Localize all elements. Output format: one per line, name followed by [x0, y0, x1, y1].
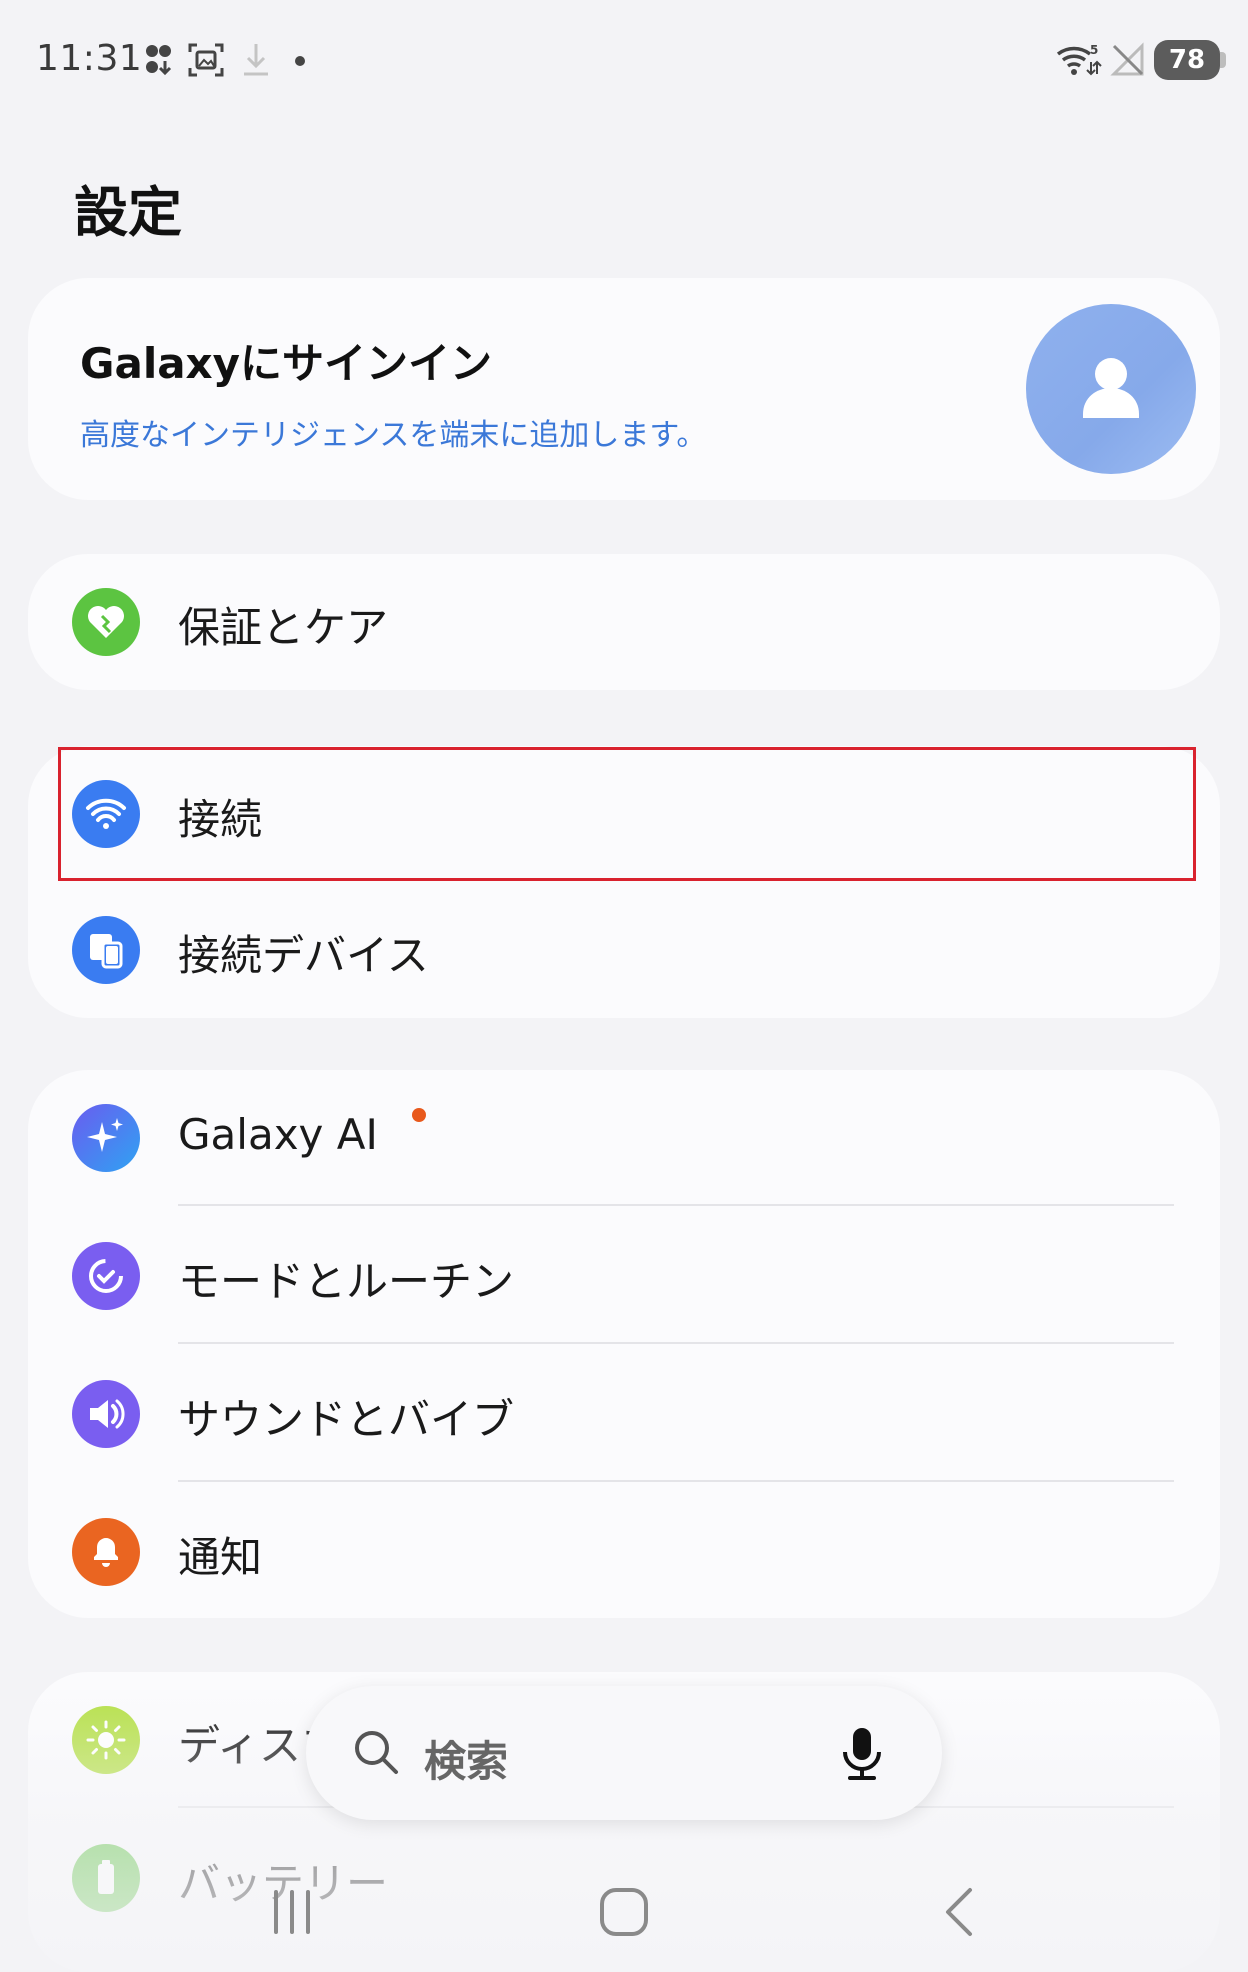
settings-item-device-care[interactable]: 保証とケア	[28, 554, 1220, 690]
screenshot-icon	[186, 40, 226, 80]
page-title: 設定	[74, 181, 182, 244]
wifi-signal-icon: 5	[1054, 40, 1102, 80]
settings-item-sounds-vibration[interactable]: サウンドとバイブ	[28, 1346, 1220, 1482]
sun-icon	[72, 1706, 140, 1774]
download-icon	[236, 40, 276, 80]
settings-item-label: 通知	[178, 1533, 263, 1582]
search-icon	[350, 1726, 404, 1780]
signin-title: Galaxyにサインイン	[80, 339, 493, 388]
battery-indicator: 78	[1154, 40, 1226, 80]
settings-item-galaxy-ai[interactable]: Galaxy AI	[28, 1070, 1220, 1206]
galaxy-signin-card[interactable]: Galaxyにサインイン 高度なインテリジェンスを端末に追加します。	[28, 278, 1220, 500]
settings-item-notifications[interactable]: 通知	[28, 1484, 1220, 1620]
new-badge	[412, 1108, 426, 1122]
home-icon	[600, 1888, 648, 1936]
cellular-no-signal-icon	[1108, 40, 1148, 80]
divider	[178, 1342, 1174, 1344]
search-bar[interactable]: 検索	[306, 1686, 942, 1820]
app-notification-icon	[142, 40, 182, 80]
divider	[178, 1480, 1174, 1482]
navigation-bar	[0, 1860, 1248, 1972]
heart-icon	[72, 588, 140, 656]
settings-item-label: Galaxy AI	[178, 1110, 378, 1159]
wifi-icon	[72, 780, 140, 848]
care-card: 保証とケア	[28, 554, 1220, 690]
back-icon	[946, 1888, 972, 1936]
settings-item-label: 接続デバイス	[178, 931, 429, 980]
settings-item-label: 保証とケア	[178, 603, 389, 652]
connected-devices-icon	[72, 916, 140, 984]
sparkle-icon	[72, 1104, 140, 1172]
more-notifications-dot-icon	[286, 40, 326, 80]
signin-subtitle: 高度なインテリジェンスを端末に追加します。	[80, 418, 707, 453]
microphone-icon[interactable]	[834, 1724, 890, 1782]
back-button[interactable]	[932, 1882, 992, 1942]
bell-icon	[72, 1518, 140, 1586]
status-time: 11:31	[36, 38, 143, 79]
settings-item-label: サウンドとバイブ	[178, 1395, 515, 1444]
search-placeholder: 検索	[424, 1737, 509, 1786]
network-type-label: 5	[1090, 43, 1098, 57]
settings-item-connected-devices[interactable]: 接続デバイス	[28, 882, 1220, 1018]
status-bar: 11:31 5 78	[0, 0, 1248, 120]
settings-item-label: モードとルーチン	[178, 1257, 515, 1306]
settings-item-modes-routines[interactable]: モードとルーチン	[28, 1208, 1220, 1344]
recent-apps-button[interactable]	[262, 1882, 322, 1942]
avatar[interactable]	[1026, 304, 1196, 474]
connections-card: 接続 接続デバイス	[28, 746, 1220, 1018]
divider	[178, 1204, 1174, 1206]
modes-routines-icon	[72, 1242, 140, 1310]
speaker-icon	[72, 1380, 140, 1448]
settings-item-connections[interactable]: 接続	[28, 746, 1220, 882]
settings-item-label: 接続	[178, 795, 263, 844]
recent-apps-icon	[274, 1890, 310, 1934]
home-button[interactable]	[594, 1882, 654, 1942]
features-card: Galaxy AI モードとルーチン サウンドとバイブ 通知	[28, 1070, 1220, 1618]
person-icon	[1083, 358, 1139, 418]
